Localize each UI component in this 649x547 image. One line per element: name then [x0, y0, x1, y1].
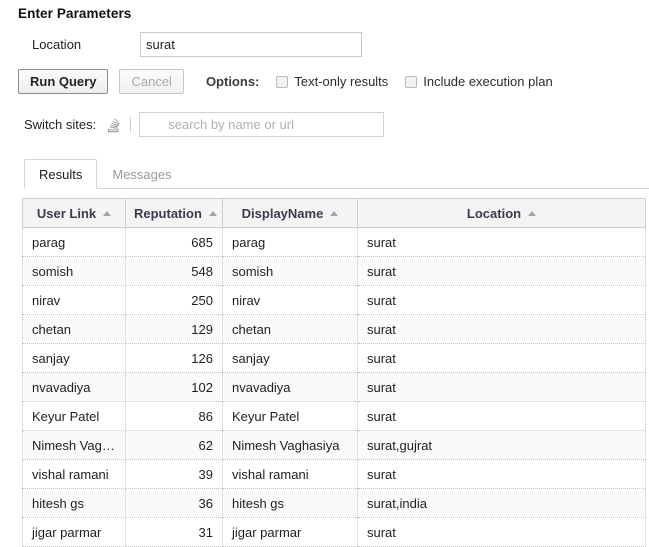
- cell-location: surat: [357, 343, 646, 373]
- sort-asc-icon: [330, 210, 339, 216]
- cell-displayname: nvavadiya: [222, 372, 358, 402]
- table-row: jigar parmar 31 jigar parmar surat: [22, 517, 646, 547]
- text-only-option[interactable]: Text-only results: [276, 74, 388, 89]
- cell-user-link[interactable]: nvavadiya: [22, 372, 126, 402]
- table-row: chetan 129 chetan surat: [22, 314, 646, 344]
- cell-reputation: 548: [125, 256, 223, 286]
- column-header-user-link[interactable]: User Link: [22, 198, 126, 228]
- cell-displayname: hitesh gs: [222, 488, 358, 518]
- stackoverflow-icon[interactable]: [96, 117, 121, 133]
- cell-user-link[interactable]: hitesh gs: [22, 488, 126, 518]
- cell-displayname: sanjay: [222, 343, 358, 373]
- cell-reputation: 36: [125, 488, 223, 518]
- cell-location: surat: [357, 401, 646, 431]
- cell-user-link[interactable]: vishal ramani: [22, 459, 126, 489]
- cell-user-link[interactable]: somish: [22, 256, 126, 286]
- tab-results[interactable]: Results: [24, 159, 98, 189]
- table-row: vishal ramani 39 vishal ramani surat: [22, 459, 646, 489]
- table-row: hitesh gs 36 hitesh gs surat,india: [22, 488, 646, 518]
- run-query-button[interactable]: Run Query: [18, 69, 109, 94]
- column-header-displayname[interactable]: DisplayName: [222, 198, 358, 228]
- cell-reputation: 126: [125, 343, 223, 373]
- cell-location: surat: [357, 459, 646, 489]
- cell-user-link[interactable]: jigar parmar: [22, 517, 126, 547]
- cell-location: surat: [357, 517, 646, 547]
- cell-location: surat: [357, 285, 646, 315]
- location-label: Location: [32, 37, 82, 52]
- cell-reputation: 86: [125, 401, 223, 431]
- table-row: sanjay 126 sanjay surat: [22, 343, 646, 373]
- table-row: somish 548 somish surat: [22, 256, 646, 286]
- table-row: nirav 250 nirav surat: [22, 285, 646, 315]
- cell-location: surat,india: [357, 488, 646, 518]
- switch-sites-label: Switch sites:: [24, 117, 97, 132]
- table-header: User Link Reputation DisplayName Locatio…: [22, 198, 646, 228]
- cell-reputation: 129: [125, 314, 223, 344]
- cell-location: surat: [357, 372, 646, 402]
- column-header-user-link-label: User Link: [36, 205, 97, 221]
- cell-location: surat: [357, 227, 646, 257]
- location-param-row: Location: [0, 32, 649, 57]
- cell-displayname: vishal ramani: [222, 459, 358, 489]
- cell-reputation: 39: [125, 459, 223, 489]
- table-row: Keyur Patel 86 Keyur Patel surat: [22, 401, 646, 431]
- cell-displayname: nirav: [222, 285, 358, 315]
- cell-displayname: parag: [222, 227, 358, 257]
- results-table-container: User Link Reputation DisplayName Locatio…: [22, 198, 646, 547]
- page-title: Enter Parameters: [18, 6, 132, 21]
- cell-displayname: Keyur Patel: [222, 401, 358, 431]
- cell-displayname: chetan: [222, 314, 358, 344]
- cell-user-link[interactable]: parag: [22, 227, 126, 257]
- table-body: parag 685 parag surat somish 548 somish surat ni…: [22, 227, 646, 547]
- query-toolbar: Run Query Cancel Options: Text-only resu…: [0, 69, 649, 94]
- execution-plan-checkbox[interactable]: [405, 75, 418, 88]
- cell-location: surat: [357, 314, 646, 344]
- cell-user-link[interactable]: Keyur Patel: [22, 401, 126, 431]
- results-table: User Link Reputation DisplayName Locatio…: [22, 198, 646, 547]
- cell-displayname: jigar parmar: [222, 517, 358, 547]
- switch-sites-divider: [130, 117, 132, 132]
- tab-messages[interactable]: Messages: [97, 159, 186, 189]
- sort-asc-icon: [528, 210, 537, 216]
- cell-displayname: somish: [222, 256, 358, 286]
- cell-location: surat,gujrat: [357, 430, 646, 460]
- table-header-row: User Link Reputation DisplayName Locatio…: [22, 198, 646, 228]
- column-header-reputation[interactable]: Reputation: [125, 198, 223, 228]
- location-input[interactable]: [140, 32, 362, 57]
- options-label: Options:: [205, 74, 260, 89]
- cell-reputation: 62: [125, 430, 223, 460]
- site-search-input[interactable]: [139, 112, 385, 137]
- cell-user-link[interactable]: chetan: [22, 314, 126, 344]
- cell-user-link[interactable]: Nimesh Vag…: [22, 430, 126, 460]
- column-header-displayname-label: DisplayName: [241, 205, 324, 221]
- table-row: nvavadiya 102 nvavadiya surat: [22, 372, 646, 402]
- cancel-button: Cancel: [119, 69, 184, 94]
- cell-user-link[interactable]: sanjay: [22, 343, 126, 373]
- execution-plan-option[interactable]: Include execution plan: [405, 74, 553, 89]
- cell-user-link[interactable]: nirav: [22, 285, 126, 315]
- cell-reputation: 102: [125, 372, 223, 402]
- execution-plan-label: Include execution plan: [423, 74, 553, 89]
- switch-sites-row: Switch sites:: [0, 112, 649, 137]
- sort-asc-icon: [103, 210, 112, 216]
- table-row: Nimesh Vag… 62 Nimesh Vaghasiya surat,gujra…: [22, 430, 646, 460]
- text-only-checkbox[interactable]: [276, 75, 289, 88]
- text-only-label: Text-only results: [294, 74, 389, 89]
- cell-reputation: 685: [125, 227, 223, 257]
- cell-reputation: 250: [125, 285, 223, 315]
- sort-asc-icon: [208, 210, 217, 216]
- cell-reputation: 31: [125, 517, 223, 547]
- cell-displayname: Nimesh Vaghasiya: [222, 430, 358, 460]
- column-header-location[interactable]: Location: [357, 198, 646, 228]
- table-row: parag 685 parag surat: [22, 227, 646, 257]
- results-tabbar: Results Messages: [0, 159, 649, 189]
- column-header-location-label: Location: [466, 205, 522, 221]
- column-header-reputation-label: Reputation: [134, 205, 202, 221]
- cell-location: surat: [357, 256, 646, 286]
